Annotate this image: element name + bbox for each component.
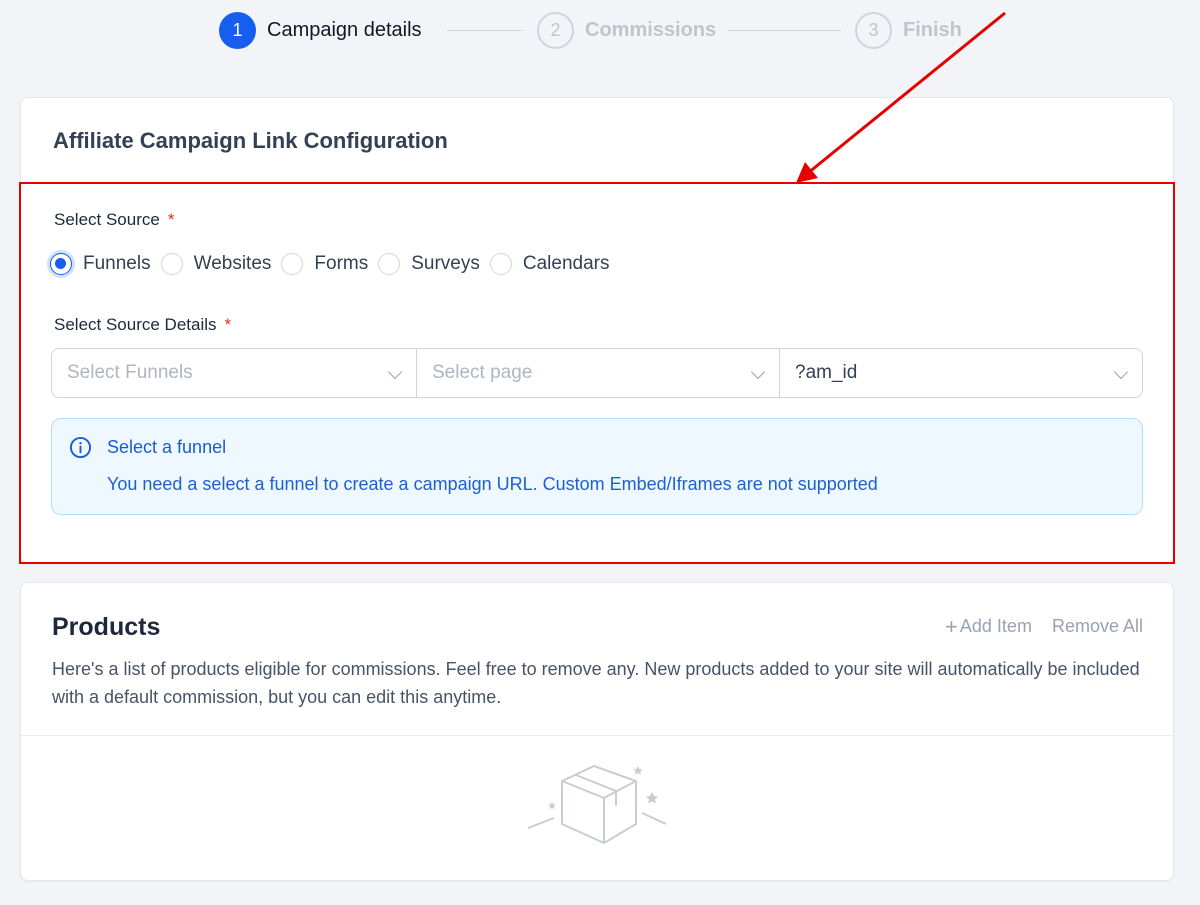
page-select[interactable]: Select page — [416, 349, 779, 397]
radio-button[interactable] — [489, 253, 512, 275]
select-source-details-label: Select Source Details * — [54, 315, 231, 335]
radio-button[interactable] — [281, 253, 304, 275]
label-text: Select Source Details — [54, 315, 217, 334]
card-title: Affiliate Campaign Link Configuration — [53, 128, 448, 153]
url-param-select[interactable]: ?am_id — [779, 349, 1142, 397]
radio-label: Websites — [193, 253, 272, 274]
radio-button[interactable] — [160, 253, 183, 275]
radio-websites[interactable]: Websites — [160, 253, 272, 275]
products-card: Products + Add Item Remove All Here's a … — [20, 582, 1174, 881]
radio-label: Calendars — [522, 253, 610, 274]
chevron-down-icon — [750, 364, 766, 380]
radio-label: Funnels — [83, 253, 151, 274]
products-actions: + Add Item Remove All — [945, 613, 1143, 639]
source-details-selects: Select Funnels Select page ?am_id — [51, 348, 1143, 398]
progress-stepper: 1 Campaign details 2 Commissions 3 Finis… — [0, 10, 1200, 50]
add-item-button[interactable]: + Add Item — [945, 613, 1032, 639]
radio-label: Forms — [314, 253, 369, 274]
radio-button[interactable] — [378, 253, 401, 275]
funnel-select[interactable]: Select Funnels — [52, 349, 416, 397]
products-description: Here's a list of products eligible for c… — [52, 659, 1140, 707]
info-circle-icon — [69, 436, 92, 459]
step-connector — [728, 30, 841, 31]
step-connector — [447, 30, 523, 31]
radio-button[interactable] — [50, 253, 72, 275]
step-number: 2 — [537, 11, 574, 49]
step-label: Campaign details — [267, 18, 422, 41]
remove-all-button[interactable]: Remove All — [1052, 616, 1143, 637]
step-finish[interactable]: 3 Finish — [855, 10, 962, 50]
info-title: Select a funnel — [107, 437, 227, 457]
step-label: Commissions — [585, 18, 717, 41]
radio-surveys[interactable]: Surveys — [378, 253, 480, 275]
label-text: Select Source — [54, 210, 160, 229]
chevron-down-icon — [1113, 364, 1129, 380]
info-alert: Select a funnel You need a select a funn… — [51, 418, 1143, 515]
source-radio-group: Funnels Websites Forms Surveys Calendars — [50, 251, 619, 277]
radio-calendars[interactable]: Calendars — [489, 253, 610, 275]
step-campaign-details[interactable]: 1 Campaign details — [219, 10, 422, 50]
step-label: Finish — [903, 18, 962, 41]
add-item-label: Add Item — [959, 616, 1032, 636]
divider — [21, 735, 1173, 736]
required-mark: * — [167, 210, 175, 229]
step-number: 1 — [219, 11, 256, 49]
products-title: Products — [52, 613, 161, 641]
chevron-down-icon — [387, 364, 403, 380]
required-mark: * — [224, 315, 232, 334]
radio-funnels[interactable]: Funnels — [50, 253, 151, 275]
step-commissions[interactable]: 2 Commissions — [537, 10, 716, 50]
select-value: ?am_id — [795, 362, 858, 383]
empty-box-icon — [527, 765, 667, 844]
step-number: 3 — [855, 11, 892, 49]
info-text: You need a select a funnel to create a c… — [107, 474, 878, 494]
select-source-label: Select Source * — [54, 210, 174, 230]
radio-forms[interactable]: Forms — [281, 253, 368, 275]
select-placeholder: Select Funnels — [67, 362, 193, 383]
plus-icon: + — [945, 613, 958, 639]
radio-label: Surveys — [411, 253, 480, 274]
select-placeholder: Select page — [432, 362, 533, 383]
